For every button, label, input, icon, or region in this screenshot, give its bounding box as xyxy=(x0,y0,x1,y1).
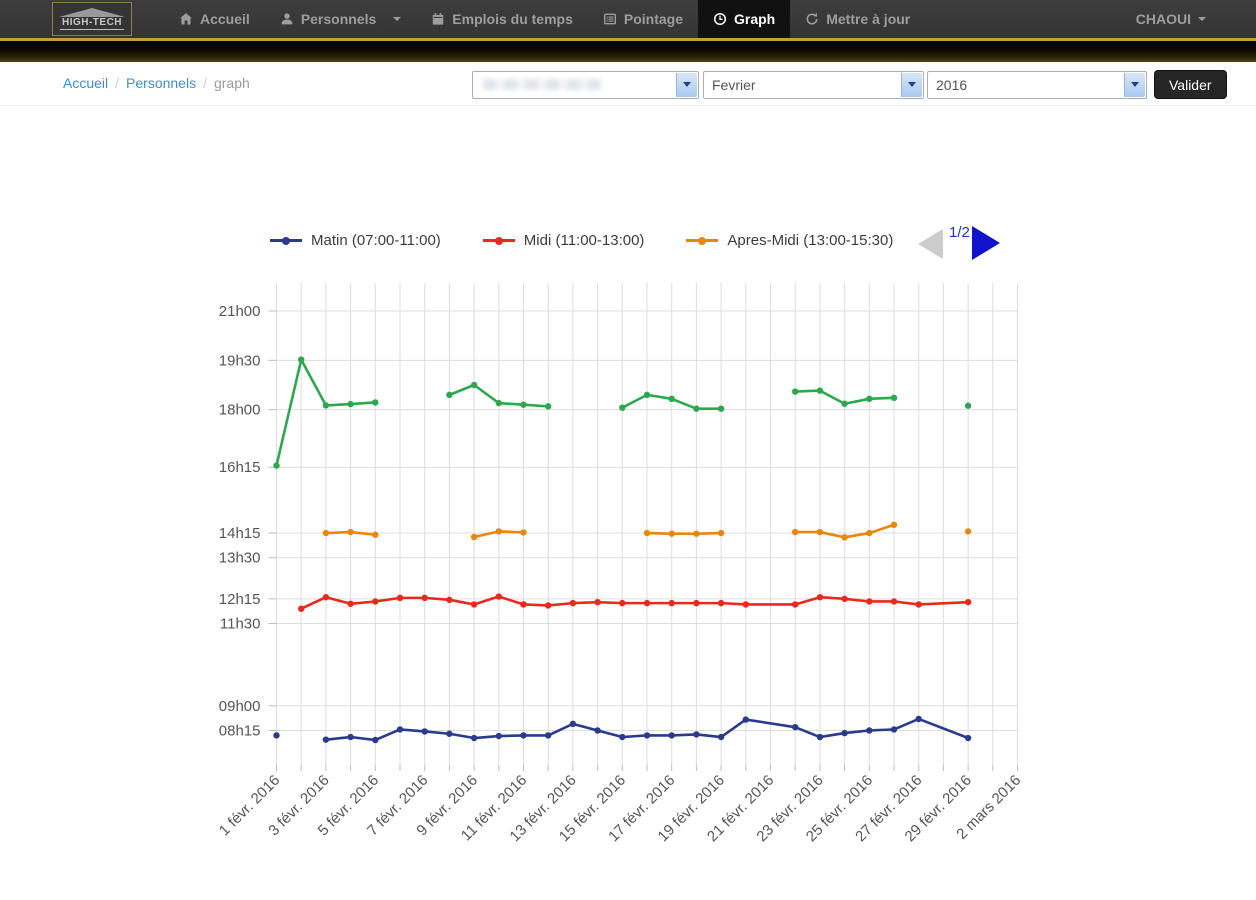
select-arrow-icon xyxy=(1124,73,1145,97)
logo-text: HIGH-TECH xyxy=(60,18,124,30)
legend-marker xyxy=(483,239,515,242)
svg-text:14h15: 14h15 xyxy=(219,525,261,542)
year-select[interactable]: 2016 xyxy=(927,71,1147,99)
list-icon xyxy=(603,12,617,26)
svg-text:15 févr. 2016: 15 févr. 2016 xyxy=(556,772,629,845)
nav-item-emplois-du-temps[interactable]: Emplois du temps xyxy=(416,0,588,38)
svg-text:1 févr. 2016: 1 févr. 2016 xyxy=(216,772,283,839)
svg-text:21 févr. 2016: 21 févr. 2016 xyxy=(704,772,777,845)
svg-text:2 mars 2016: 2 mars 2016 xyxy=(953,772,1024,843)
toolbar-row: Accueil/Personnels/graph Fevrier 2016 Va… xyxy=(0,62,1256,106)
breadcrumb: Accueil/Personnels/graph xyxy=(63,75,250,91)
censored-employee-name xyxy=(483,79,601,90)
svg-text:25 févr. 2016: 25 févr. 2016 xyxy=(803,772,876,845)
nav-item-mettre-a-jour[interactable]: Mettre à jour xyxy=(790,0,925,38)
svg-text:16h15: 16h15 xyxy=(219,459,261,476)
legend-item-apres-midi[interactable]: Apres-Midi (13:00-15:30) xyxy=(686,232,893,249)
svg-text:08h15: 08h15 xyxy=(219,722,261,739)
svg-text:5 févr. 2016: 5 févr. 2016 xyxy=(315,772,382,839)
legend-pager: 1/2 xyxy=(918,224,1000,260)
svg-text:21h00: 21h00 xyxy=(219,303,261,320)
user-icon xyxy=(280,12,294,26)
home-icon xyxy=(179,12,193,26)
svg-text:18h00: 18h00 xyxy=(219,402,261,419)
svg-text:13 févr. 2016: 13 févr. 2016 xyxy=(506,772,579,845)
valider-button[interactable]: Valider xyxy=(1154,70,1227,99)
month-select[interactable]: Fevrier xyxy=(703,71,924,99)
refresh-icon xyxy=(805,12,819,26)
svg-text:12h15: 12h15 xyxy=(219,591,261,608)
top-navbar: HIGH-TECH Accueil Personnels Emplois du … xyxy=(0,0,1256,41)
chevron-down-icon xyxy=(393,17,401,21)
chevron-down-icon xyxy=(1198,17,1206,21)
svg-text:27 févr. 2016: 27 févr. 2016 xyxy=(852,772,925,845)
svg-text:17 févr. 2016: 17 févr. 2016 xyxy=(605,772,678,845)
legend-page-indicator: 1/2 xyxy=(949,224,970,241)
chart-canvas: 21h00 19h30 18h00 16h15 14h15 13h30 12h15 11h30… xyxy=(0,0,1256,900)
svg-text:13h30: 13h30 xyxy=(219,550,261,567)
svg-text:19 févr. 2016: 19 févr. 2016 xyxy=(655,772,728,845)
legend-prev-button[interactable] xyxy=(918,229,943,259)
breadcrumb-personnels[interactable]: Personnels xyxy=(126,75,196,91)
logo-roof-icon xyxy=(59,8,125,17)
legend-next-button[interactable] xyxy=(972,226,1000,260)
legend-item-midi[interactable]: Midi (11:00-13:00) xyxy=(483,232,645,249)
breadcrumb-accueil[interactable]: Accueil xyxy=(63,75,108,91)
clock-icon xyxy=(713,12,727,26)
nav-item-pointage[interactable]: Pointage xyxy=(588,0,698,38)
brand-logo[interactable]: HIGH-TECH xyxy=(52,2,132,36)
svg-text:11h30: 11h30 xyxy=(220,616,261,633)
filters: Fevrier 2016 Valider xyxy=(472,70,1227,99)
svg-text:23 févr. 2016: 23 févr. 2016 xyxy=(753,772,826,845)
breadcrumb-current: graph xyxy=(214,75,250,91)
svg-text:09h00: 09h00 xyxy=(219,698,261,715)
svg-text:19h30: 19h30 xyxy=(219,352,261,369)
svg-text:9 févr. 2016: 9 févr. 2016 xyxy=(413,772,480,839)
select-arrow-icon xyxy=(676,73,697,97)
user-menu-chaoui[interactable]: CHAOUI xyxy=(1136,0,1256,38)
legend-item-matin[interactable]: Matin (07:00-11:00) xyxy=(270,232,441,249)
select-arrow-icon xyxy=(901,73,922,97)
svg-text:3 févr. 2016: 3 févr. 2016 xyxy=(265,772,332,839)
nav-item-graph[interactable]: Graph xyxy=(698,0,790,38)
chart-legend: Matin (07:00-11:00) Midi (11:00-13:00) A… xyxy=(270,232,893,249)
svg-text:29 févr. 2016: 29 févr. 2016 xyxy=(902,772,975,845)
calendar-icon xyxy=(431,12,445,26)
nav-items: Accueil Personnels Emplois du temps Poin… xyxy=(164,0,925,38)
nav-item-accueil[interactable]: Accueil xyxy=(164,0,265,38)
nav-item-personnels[interactable]: Personnels xyxy=(265,0,416,38)
svg-text:11 févr. 2016: 11 févr. 2016 xyxy=(458,772,531,845)
legend-marker xyxy=(270,239,302,242)
legend-marker xyxy=(686,239,718,242)
employee-select[interactable] xyxy=(472,71,699,99)
svg-text:7 févr. 2016: 7 févr. 2016 xyxy=(364,772,431,839)
gold-band-divider xyxy=(0,41,1256,62)
